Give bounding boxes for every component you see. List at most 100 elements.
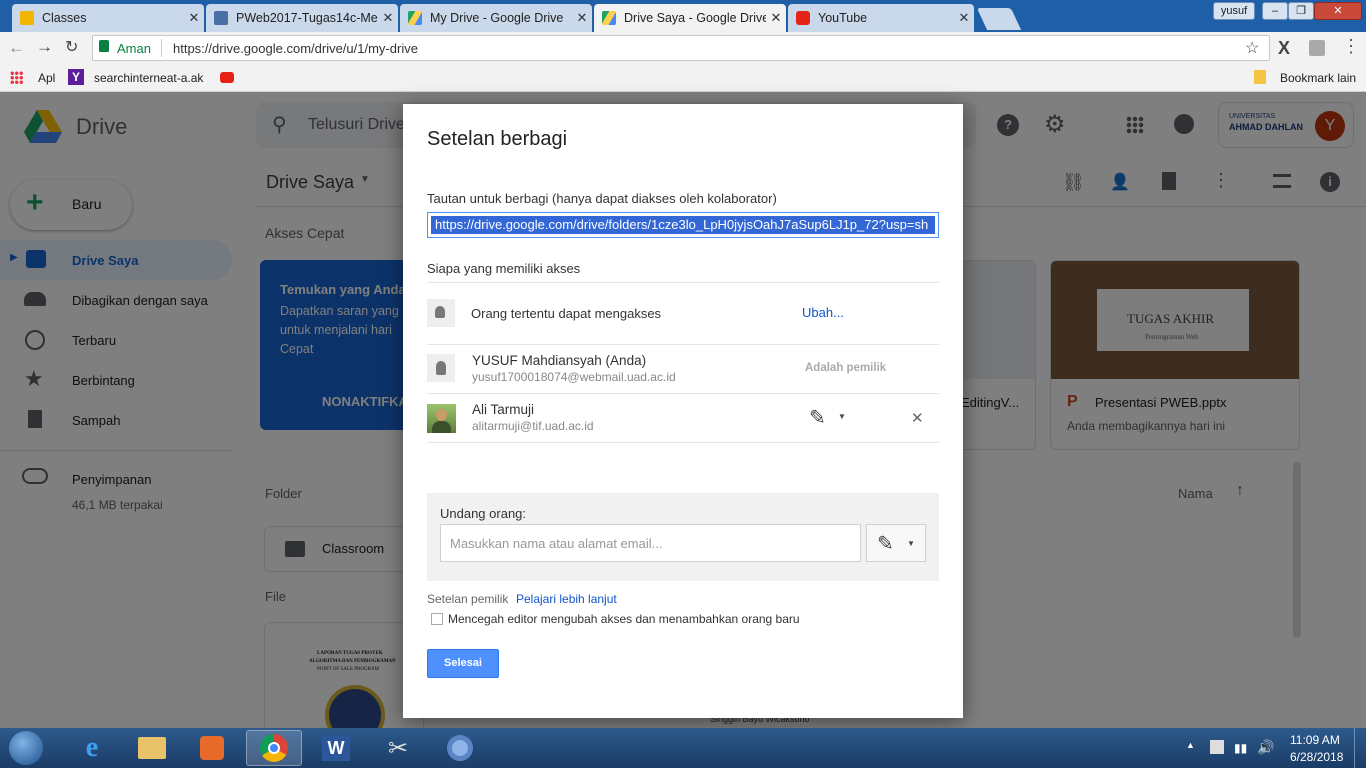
tab-classes[interactable]: Classes ✕ [12,4,204,32]
share-link-text[interactable]: https://drive.google.com/drive/folders/1… [435,217,928,232]
person-email: alitarmuji@tif.uad.ac.id [472,419,594,433]
taskbar-chromium[interactable] [432,730,488,766]
file-explorer-icon [138,737,166,759]
address-bar[interactable]: Aman https://drive.google.com/drive/u/1/… [92,35,1270,61]
youtube-favicon-icon [796,11,810,25]
close-tab-icon[interactable]: ✕ [378,10,398,26]
person-email: yusuf1700018074@webmail.uad.ac.id [472,370,676,384]
action-center-flag-icon[interactable] [1210,740,1224,754]
extension-x-icon[interactable]: X [1278,38,1290,59]
browser-tab-strip: Classes ✕ PWeb2017-Tugas14c-Me ✕ My Driv… [0,0,1366,32]
person-icon [427,354,455,382]
drive-favicon-icon [408,11,422,25]
close-window-button[interactable]: ✕ [1314,2,1362,20]
folder-icon [1254,70,1266,84]
person-shape-icon [435,306,445,318]
bookmarks-bar: Apl Y searchinterneat-a.ak Bookmark lain [0,64,1366,92]
menu-icon[interactable]: ⋮ [1342,36,1360,57]
share-link-field[interactable]: https://drive.google.com/drive/folders/1… [427,212,939,238]
close-tab-icon[interactable]: ✕ [766,10,786,26]
invite-label: Undang orang: [440,506,527,521]
snipping-tool-icon: ✂ [387,734,409,762]
tab-title: Drive Saya - Google Drive [624,11,766,25]
prevent-editor-checkbox[interactable] [431,613,443,625]
person-name: YUSUF Mahdiansyah (Anda) [472,353,647,368]
internet-explorer-icon: e [85,732,99,763]
tab-title: YouTube [818,11,868,25]
permission-dropdown-icon[interactable]: ▼ [838,412,846,421]
chrome-center-icon [268,742,280,754]
tab-title: PWeb2017-Tugas14c-Me [236,11,378,25]
edit-pencil-icon[interactable]: ✎ [809,405,826,430]
invite-placeholder: Masukkan nama atau alamat email... [450,536,663,551]
tab-youtube[interactable]: YouTube ✕ [788,4,974,32]
taskbar-snipping[interactable]: ✂ [370,730,426,766]
share-link-label: Tautan untuk berbagi (hanya dapat diakse… [427,191,777,206]
bookmark-star-icon[interactable]: ☆ [1245,38,1259,58]
windows-taskbar: e W ✂ ▲ ▮▮ 🔊 11:09 AM 6/28/2018 [0,728,1366,768]
chevron-down-icon: ▼ [907,539,915,548]
minimize-button[interactable]: – [1262,2,1288,20]
volume-icon[interactable]: 🔊 [1257,739,1274,756]
change-access-link[interactable]: Ubah... [802,305,844,320]
remove-person-icon[interactable]: ✕ [911,409,924,427]
person-name: Ali Tarmuji [472,402,535,417]
word-icon: W [322,735,350,761]
show-desktop-button[interactable] [1354,728,1366,768]
tab-drive-saya[interactable]: Drive Saya - Google Drive ✕ [594,4,786,32]
address-divider [161,39,162,57]
learn-more-link[interactable]: Pelajari lebih lanjut [516,592,617,606]
taskbar-ie[interactable]: e [64,730,120,766]
profile-button[interactable]: yusuf [1213,2,1255,20]
drive-favicon-icon [602,11,616,25]
url-text[interactable]: https://drive.google.com/drive/u/1/my-dr… [173,41,418,56]
windows-logo-icon [9,731,43,765]
start-button[interactable] [0,730,52,766]
classes-favicon-icon [20,11,34,25]
invite-email-input[interactable]: Masukkan nama atau alamat email... [440,524,861,562]
show-hidden-icons-icon[interactable]: ▲ [1186,740,1195,750]
taskbar-word[interactable]: W [308,730,364,766]
divider [427,344,939,345]
owner-role-text: Adalah pemilik [805,362,887,374]
maximize-button[interactable]: ❐ [1288,2,1314,20]
clock-date[interactable]: 6/28/2018 [1290,750,1343,764]
tab-pweb[interactable]: PWeb2017-Tugas14c-Me ✕ [206,4,398,32]
apps-grid-icon[interactable] [10,71,23,84]
chromium-icon [447,735,473,761]
close-tab-icon[interactable]: ✕ [572,10,592,26]
lock-icon [99,40,109,52]
tab-title: Classes [42,11,87,25]
extension-h-icon[interactable] [1309,40,1325,56]
new-tab-button[interactable] [976,8,1022,30]
invite-permission-button[interactable]: ✎ ▼ [866,524,926,562]
collaborator-avatar [427,404,456,433]
taskbar-chrome[interactable] [246,730,302,766]
chrome-icon [260,734,288,762]
close-tab-icon[interactable]: ✕ [184,10,204,26]
back-icon[interactable]: ← [8,38,25,58]
avatar-body [432,421,451,433]
other-bookmarks[interactable]: Bookmark lain [1280,71,1356,85]
youtube-bookmark-icon[interactable] [220,72,234,83]
close-tab-icon[interactable]: ✕ [954,10,974,26]
dialog-title: Setelan berbagi [427,128,568,150]
divider [427,393,939,394]
network-signal-icon[interactable]: ▮▮ [1234,741,1247,755]
apps-label[interactable]: Apl [38,71,55,85]
pweb-favicon-icon [214,11,228,25]
tab-my-drive[interactable]: My Drive - Google Drive ✕ [400,4,592,32]
clock-time[interactable]: 11:09 AM [1290,733,1340,747]
edit-pencil-icon: ✎ [877,533,894,555]
person-shape-icon [436,361,446,375]
secure-label: Aman [117,41,151,56]
yahoo-icon: Y [68,69,84,85]
browser-toolbar: ← → ↻ Aman https://drive.google.com/driv… [0,32,1366,64]
reload-icon[interactable]: ↻ [65,37,78,57]
done-button[interactable]: Selesai [427,649,499,678]
forward-icon[interactable]: → [36,37,53,57]
taskbar-media[interactable] [184,730,240,766]
access-section-label: Siapa yang memiliki akses [427,261,581,276]
taskbar-explorer[interactable] [124,730,180,766]
bookmark-search[interactable]: searchinterneat-a.ak [94,71,203,85]
